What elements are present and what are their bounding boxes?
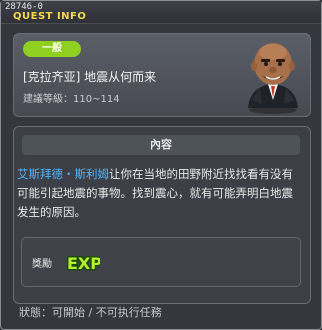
title-bar[interactable]: 28746-0 QUEST INFO	[1, 1, 321, 24]
npc-portrait-icon	[248, 43, 298, 114]
reward-box: 獎勵 EXP EXP	[21, 237, 301, 287]
quest-summary-panel: 一般 [克拉齐亚] 地震从何而来 建議等級：110~114	[13, 33, 311, 117]
npc-name-link[interactable]: 艾斯拜德・斯利姆	[17, 167, 109, 181]
window-title: QUEST INFO	[13, 11, 87, 22]
quest-status: 狀態：可開始 / 不可执行任務	[19, 306, 162, 319]
category-badge: 一般	[23, 41, 81, 57]
exp-icon[interactable]: EXP EXP	[66, 250, 100, 275]
exp-icon-text: EXP	[67, 254, 100, 273]
quest-info-window: 28746-0 QUEST INFO 一般 [克拉齐亚] 地震从何而来 建議等級…	[0, 0, 322, 330]
reward-label: 獎勵	[32, 259, 52, 270]
quest-description: 艾斯拜德・斯利姆让你在当地的田野附近找找看有没有可能引起地震的事物。找到震心，就…	[17, 165, 301, 222]
quest-name: [克拉齐亚] 地震从何而来	[23, 70, 157, 84]
recommended-level: 建議等級：110~114	[23, 94, 120, 105]
content-header: 內容	[22, 135, 300, 155]
